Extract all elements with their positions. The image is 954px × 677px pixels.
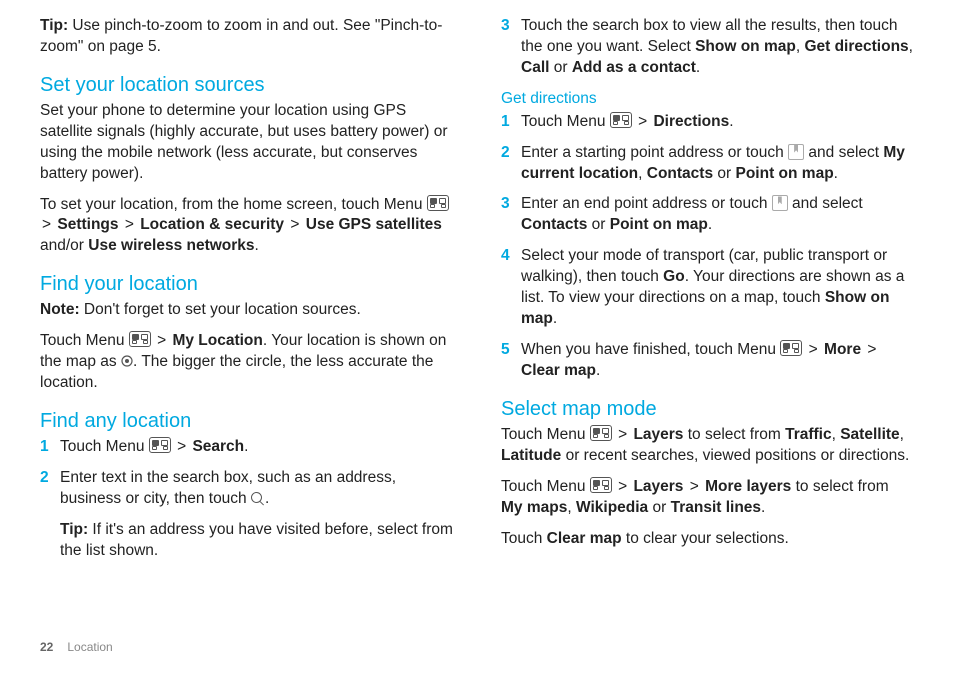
para-sources-desc: Set your phone to determine your locatio…	[40, 101, 453, 185]
note-set-sources: Note: Don't forget to set your location …	[40, 300, 453, 321]
menu-icon	[427, 195, 449, 211]
section-label: Location	[67, 640, 112, 654]
menu-icon	[590, 477, 612, 493]
list-item: Enter an end point address or touch and …	[501, 194, 914, 236]
bold-settings: Settings	[57, 216, 118, 233]
tip-label: Tip:	[60, 521, 88, 538]
find-any-steps: Touch Menu > Search. Enter text in the s…	[40, 437, 453, 510]
para-my-location: Touch Menu > My Location. Your location …	[40, 331, 453, 394]
bold-use-wireless: Use wireless networks	[88, 237, 254, 254]
menu-icon	[149, 437, 171, 453]
bookmark-icon	[772, 195, 788, 211]
heading-set-location-sources: Set your location sources	[40, 72, 453, 99]
page-columns: Tip: Use pinch-to-zoom to zoom in and ou…	[0, 0, 954, 572]
list-item: When you have finished, touch Menu > Mor…	[501, 340, 914, 382]
menu-icon	[780, 340, 802, 356]
heading-find-any-location: Find any location	[40, 408, 453, 435]
find-any-steps-cont: Touch the search box to view all the res…	[501, 16, 914, 79]
tip-pinchzoom: Tip: Use pinch-to-zoom to zoom in and ou…	[40, 16, 453, 58]
menu-icon	[129, 331, 151, 347]
tip-label: Tip:	[40, 17, 68, 34]
page-footer: 22 Location	[40, 639, 113, 655]
menu-icon	[590, 425, 612, 441]
tip-visited-before: Tip: If it's an address you have visited…	[60, 520, 453, 562]
heading-find-your-location: Find your location	[40, 271, 453, 298]
bold-location-security: Location & security	[140, 216, 284, 233]
list-item: Touch Menu > Directions.	[501, 112, 914, 133]
bookmark-icon	[788, 144, 804, 160]
bold-use-gps: Use GPS satellites	[306, 216, 442, 233]
search-icon	[251, 492, 265, 506]
location-dot-icon	[121, 355, 133, 367]
column-right: Touch the search box to view all the res…	[501, 16, 914, 572]
note-label: Note:	[40, 301, 80, 318]
para-layers-1: Touch Menu > Layers to select from Traff…	[501, 425, 914, 467]
tip-text: Use pinch-to-zoom to zoom in and out. Se…	[40, 17, 442, 55]
list-item: Enter a starting point address or touch …	[501, 143, 914, 185]
bold-my-location: My Location	[172, 332, 262, 349]
menu-icon	[610, 112, 632, 128]
list-item: Enter text in the search box, such as an…	[40, 468, 453, 510]
page-number: 22	[40, 640, 53, 654]
para-clear-map: Touch Clear map to clear your selections…	[501, 529, 914, 550]
heading-get-directions: Get directions	[501, 89, 914, 110]
bold-search: Search	[192, 438, 244, 455]
heading-select-map-mode: Select map mode	[501, 396, 914, 423]
get-directions-steps: Touch Menu > Directions. Enter a startin…	[501, 112, 914, 382]
list-item: Touch Menu > Search.	[40, 437, 453, 458]
column-left: Tip: Use pinch-to-zoom to zoom in and ou…	[40, 16, 453, 572]
para-layers-2: Touch Menu > Layers > More layers to sel…	[501, 477, 914, 519]
list-item: Touch the search box to view all the res…	[501, 16, 914, 79]
list-item: Select your mode of transport (car, publ…	[501, 246, 914, 330]
para-set-location: To set your location, from the home scre…	[40, 195, 453, 258]
